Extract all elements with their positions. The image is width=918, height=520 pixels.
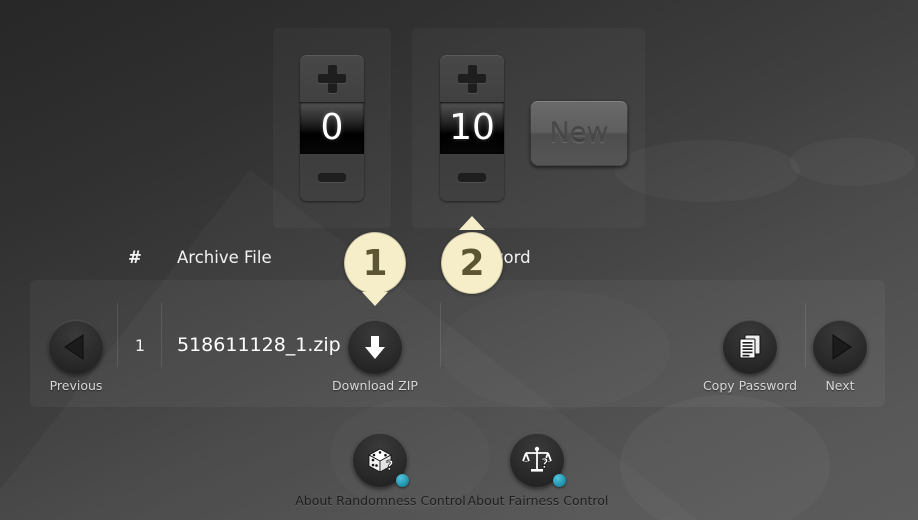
triangle-right-icon — [825, 332, 855, 362]
fairness-value-display: 10 — [440, 102, 504, 154]
about-randomness-control-button[interactable]: ? — [353, 433, 409, 487]
fairness-stepper[interactable]: 10 — [440, 55, 504, 201]
column-divider — [161, 303, 162, 367]
annotation-marker-1: 1 — [344, 232, 406, 294]
triangle-left-icon — [61, 332, 91, 362]
column-divider — [440, 303, 441, 367]
minus-icon — [458, 173, 486, 182]
next-label: Next — [825, 378, 855, 393]
column-header-archive-file: Archive File — [177, 248, 272, 267]
column-divider — [805, 303, 806, 367]
previous-label: Previous — [49, 378, 103, 393]
new-button[interactable]: New — [530, 100, 628, 166]
fairness-decrement-button[interactable] — [440, 154, 504, 201]
arrow-down-icon — [360, 332, 390, 362]
about-fairness-control-label: About Fairness Control — [467, 493, 609, 508]
plus-icon — [318, 64, 346, 93]
fairness-increment-button[interactable] — [440, 55, 504, 102]
randomness-stepper[interactable]: 0 — [300, 55, 364, 201]
annotation-pointer-2 — [459, 216, 485, 230]
annotation-marker-2: 2 — [441, 232, 503, 294]
svg-text:?: ? — [541, 457, 549, 472]
badge-dot — [553, 474, 566, 487]
copy-password-button[interactable] — [723, 320, 777, 374]
fairness-value: 10 — [449, 107, 495, 148]
column-divider — [117, 303, 118, 367]
next-button[interactable] — [813, 320, 867, 374]
previous-button[interactable] — [49, 320, 103, 374]
row-archive-file: 518611128_1.zip — [177, 334, 341, 356]
row-number: 1 — [134, 336, 146, 355]
about-randomness-control-label: About Randomness Control — [295, 493, 466, 508]
new-button-label: New — [549, 117, 609, 149]
randomness-value-display: 0 — [300, 102, 364, 154]
annotation-pointer-1 — [362, 292, 388, 306]
scales-question-icon: ? — [521, 444, 553, 476]
svg-text:?: ? — [386, 459, 394, 474]
column-header-number: # — [128, 248, 142, 267]
background-ellipse-2 — [790, 138, 915, 186]
dice-question-icon: ? — [364, 444, 396, 476]
randomness-decrement-button[interactable] — [300, 154, 364, 201]
app-screen: 0 10 New # Archive File word 1 518611128… — [0, 0, 918, 520]
copy-documents-icon — [735, 332, 765, 362]
randomness-value: 0 — [320, 107, 344, 148]
randomness-increment-button[interactable] — [300, 55, 364, 102]
background-ellipse-4 — [620, 395, 830, 520]
minus-icon — [318, 173, 346, 182]
badge-dot — [396, 474, 409, 487]
about-fairness-control-button[interactable]: ? — [510, 433, 566, 487]
plus-icon — [458, 64, 486, 93]
download-zip-button[interactable] — [348, 320, 402, 374]
download-zip-label: Download ZIP — [332, 378, 418, 393]
